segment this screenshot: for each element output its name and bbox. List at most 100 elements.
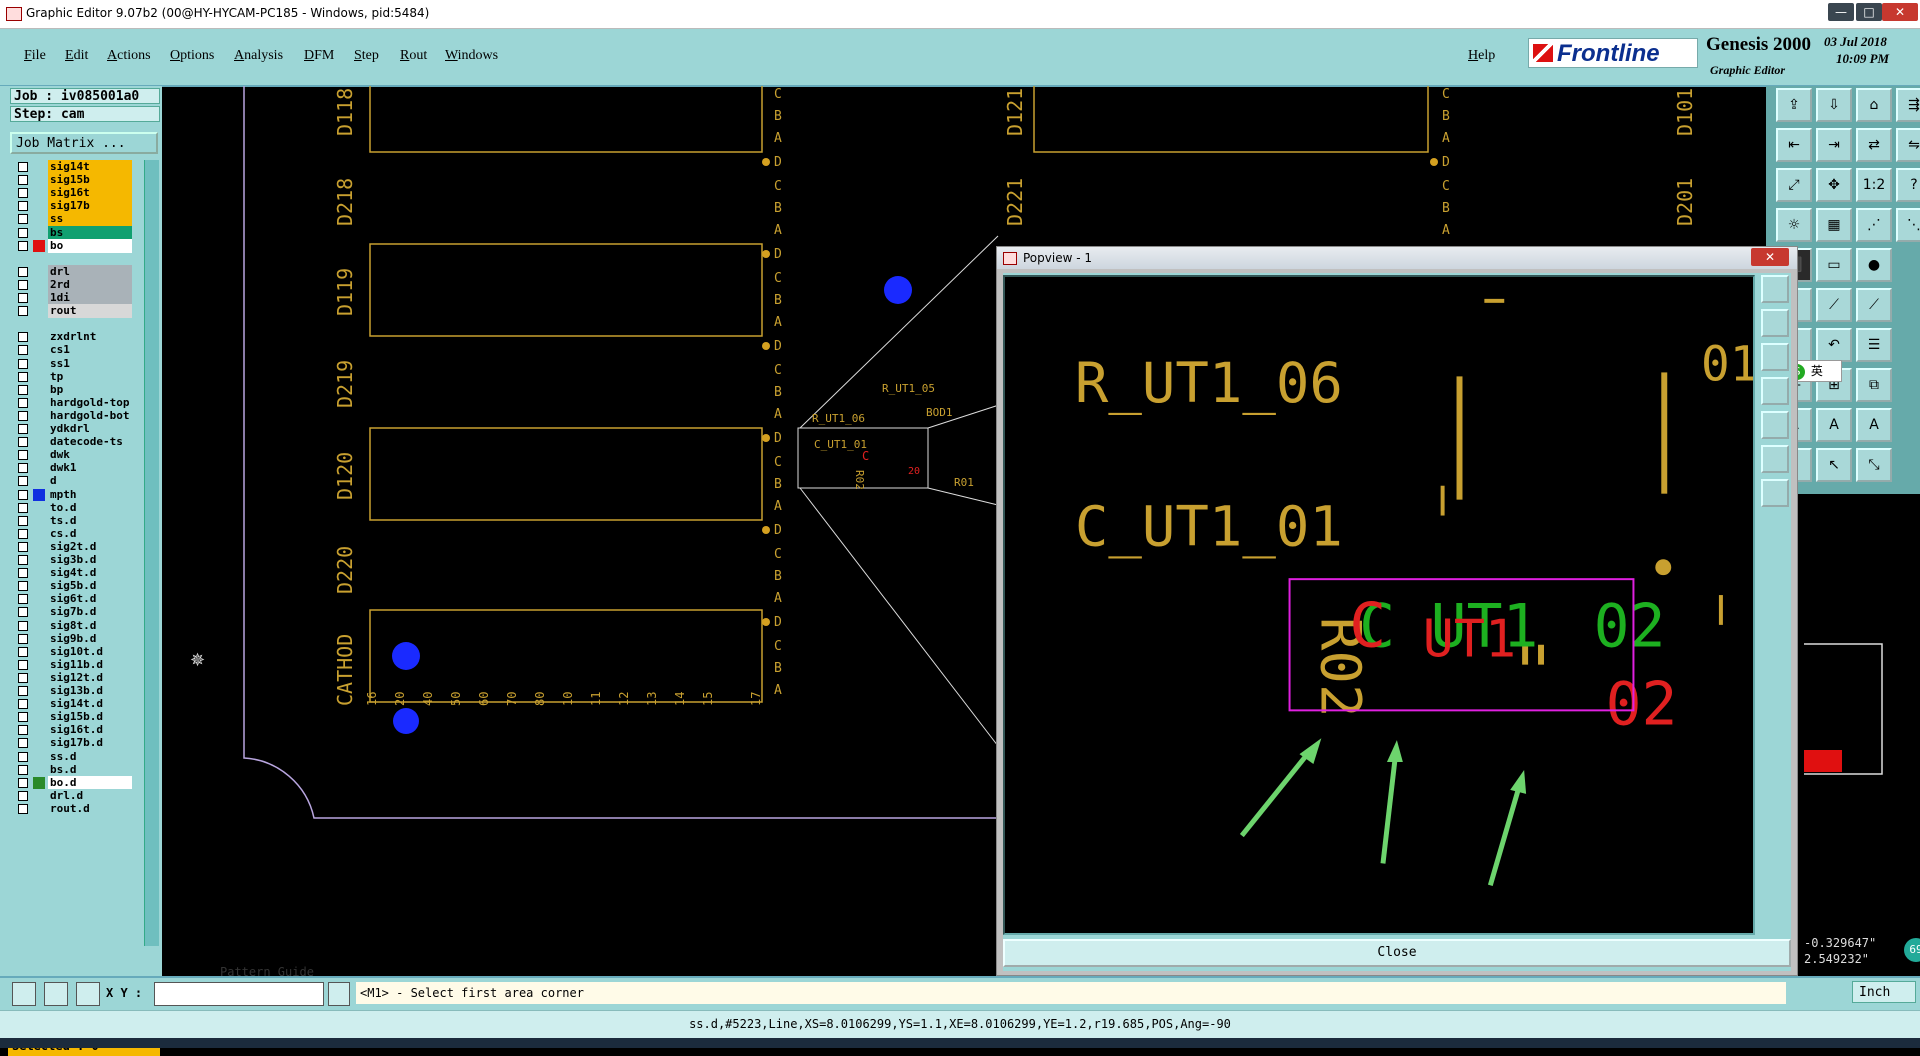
layer-checkbox[interactable]: [18, 751, 28, 762]
layer-checkbox[interactable]: [18, 764, 28, 775]
menu-rout[interactable]: Rout: [400, 48, 427, 64]
toolbar-button-2-0-icon[interactable]: ⤢: [1776, 168, 1812, 202]
layer-name[interactable]: sig2t.d: [48, 539, 132, 554]
layer-checkbox[interactable]: [18, 410, 28, 421]
layer-checkbox[interactable]: [18, 633, 28, 644]
layer-name[interactable]: zxdrlnt: [48, 330, 132, 345]
layer-checkbox[interactable]: [18, 515, 28, 526]
layer-row[interactable]: sig6t.d: [10, 592, 134, 607]
layer-name[interactable]: drl: [48, 264, 132, 279]
layer-checkbox[interactable]: [18, 607, 28, 618]
layer-color-swatch[interactable]: [33, 685, 45, 697]
layer-checkbox[interactable]: [18, 450, 28, 461]
layer-checkbox[interactable]: [18, 279, 28, 290]
layer-color-swatch[interactable]: [33, 462, 45, 474]
layer-color-swatch[interactable]: [33, 606, 45, 618]
layer-name[interactable]: sig16t: [48, 186, 132, 201]
layer-checkbox[interactable]: [18, 175, 28, 186]
layer-checkbox[interactable]: [18, 620, 28, 631]
layer-name[interactable]: sig14t.d: [48, 697, 132, 712]
layer-row[interactable]: sig4t.d: [10, 566, 134, 581]
layer-name[interactable]: datecode-ts: [48, 435, 132, 450]
menu-step[interactable]: Step: [354, 48, 379, 64]
layer-name[interactable]: sig17b.d: [48, 736, 132, 751]
layer-color-swatch[interactable]: [33, 423, 45, 435]
layer-checkbox[interactable]: [18, 397, 28, 408]
layer-checkbox[interactable]: [18, 555, 28, 565]
layer-color-swatch[interactable]: [33, 200, 45, 212]
layer-row[interactable]: ts.d: [10, 513, 134, 528]
input-toggle-icon[interactable]: [328, 982, 350, 1006]
toolbar-button-6-1-icon[interactable]: ↶: [1816, 328, 1852, 362]
layer-color-swatch[interactable]: [33, 475, 45, 487]
layer-color-swatch[interactable]: [33, 737, 45, 749]
popview-tool-3-icon[interactable]: [1761, 343, 1789, 371]
toolbar-button-1-2-icon[interactable]: ⇄: [1856, 128, 1892, 162]
layer-name[interactable]: sig6t.d: [48, 592, 132, 607]
menu-help[interactable]: Help: [1468, 48, 1495, 64]
layer-checkbox[interactable]: [18, 594, 28, 605]
layer-color-swatch[interactable]: [33, 266, 45, 278]
layer-row[interactable]: sig16t: [10, 186, 134, 201]
layer-row[interactable]: cs1: [10, 343, 134, 358]
toolbar-button-2-2-icon[interactable]: 1:2: [1856, 168, 1892, 202]
layer-color-swatch[interactable]: [33, 776, 45, 789]
layer-row[interactable]: cs.d: [10, 526, 134, 541]
toolbar-button-8-2-icon[interactable]: A: [1856, 408, 1892, 442]
layer-color-swatch[interactable]: [33, 764, 45, 776]
layer-name[interactable]: 2rd: [48, 277, 132, 292]
layer-checkbox[interactable]: [18, 188, 28, 199]
layer-name[interactable]: bo.d: [48, 775, 132, 790]
layer-name[interactable]: tp: [48, 369, 132, 384]
layer-color-swatch[interactable]: [33, 239, 45, 252]
layer-row[interactable]: sig15b.d: [10, 710, 134, 725]
layer-color-swatch[interactable]: [33, 358, 45, 370]
layer-color-swatch[interactable]: [33, 279, 45, 291]
layer-color-swatch[interactable]: [33, 698, 45, 710]
layer-row[interactable]: datecode-ts: [10, 435, 134, 450]
layer-name[interactable]: sig4t.d: [48, 566, 132, 581]
toolbar-button-3-2-icon[interactable]: ⋰: [1856, 208, 1892, 242]
layer-row[interactable]: ydkdrl: [10, 422, 134, 436]
layer-name[interactable]: sig10t.d: [48, 644, 132, 659]
layer-checkbox[interactable]: [18, 699, 28, 710]
toolbar-button-0-0-icon[interactable]: ⇪: [1776, 88, 1812, 122]
layer-name[interactable]: dwk: [48, 448, 132, 463]
layer-name[interactable]: ss1: [48, 356, 132, 371]
layer-color-swatch[interactable]: [33, 554, 45, 566]
layer-checkbox[interactable]: [18, 489, 28, 500]
menu-actions[interactable]: Actions: [107, 48, 151, 64]
layer-row[interactable]: rout.d: [10, 801, 134, 816]
layer-row[interactable]: sig16t.d: [10, 723, 134, 738]
toolbar-button-3-0-icon[interactable]: ☼: [1776, 208, 1812, 242]
layer-checkbox[interactable]: [18, 803, 28, 814]
toolbar-button-1-1-icon[interactable]: ⇥: [1816, 128, 1852, 162]
layer-row[interactable]: sig12t.d: [10, 670, 134, 685]
toolbar-button-5-1-icon[interactable]: ⟋: [1816, 288, 1852, 322]
layer-row[interactable]: drl.d: [10, 788, 134, 803]
layer-color-swatch[interactable]: [33, 174, 45, 186]
layer-row[interactable]: hardgold-bot: [10, 408, 134, 423]
layer-checkbox[interactable]: [18, 790, 28, 801]
layer-color-swatch[interactable]: [33, 528, 45, 540]
layer-row[interactable]: bo.d: [10, 775, 134, 790]
layer-row[interactable]: ss: [10, 212, 134, 227]
layer-color-swatch[interactable]: [33, 803, 45, 815]
layer-row[interactable]: dwk1: [10, 461, 134, 476]
layer-name[interactable]: sig13b.d: [48, 684, 132, 698]
layer-checkbox[interactable]: [18, 306, 28, 317]
layer-row[interactable]: bs.d: [10, 762, 134, 777]
layer-row[interactable]: mpth: [10, 487, 134, 502]
layer-color-swatch[interactable]: [33, 502, 45, 514]
layer-color-swatch[interactable]: [33, 593, 45, 605]
layer-checkbox[interactable]: [18, 266, 28, 277]
layer-row[interactable]: dwk: [10, 448, 134, 463]
job-matrix-button[interactable]: Job Matrix ...: [10, 132, 158, 154]
layer-row[interactable]: drl: [10, 264, 134, 279]
toolbar-button-3-1-icon[interactable]: ▦: [1816, 208, 1852, 242]
layer-row[interactable]: sig13b.d: [10, 684, 134, 698]
layer-color-swatch[interactable]: [33, 541, 45, 553]
layer-checkbox[interactable]: [18, 240, 28, 251]
layer-name[interactable]: sig11b.d: [48, 657, 132, 672]
layer-name[interactable]: ss: [48, 212, 132, 227]
